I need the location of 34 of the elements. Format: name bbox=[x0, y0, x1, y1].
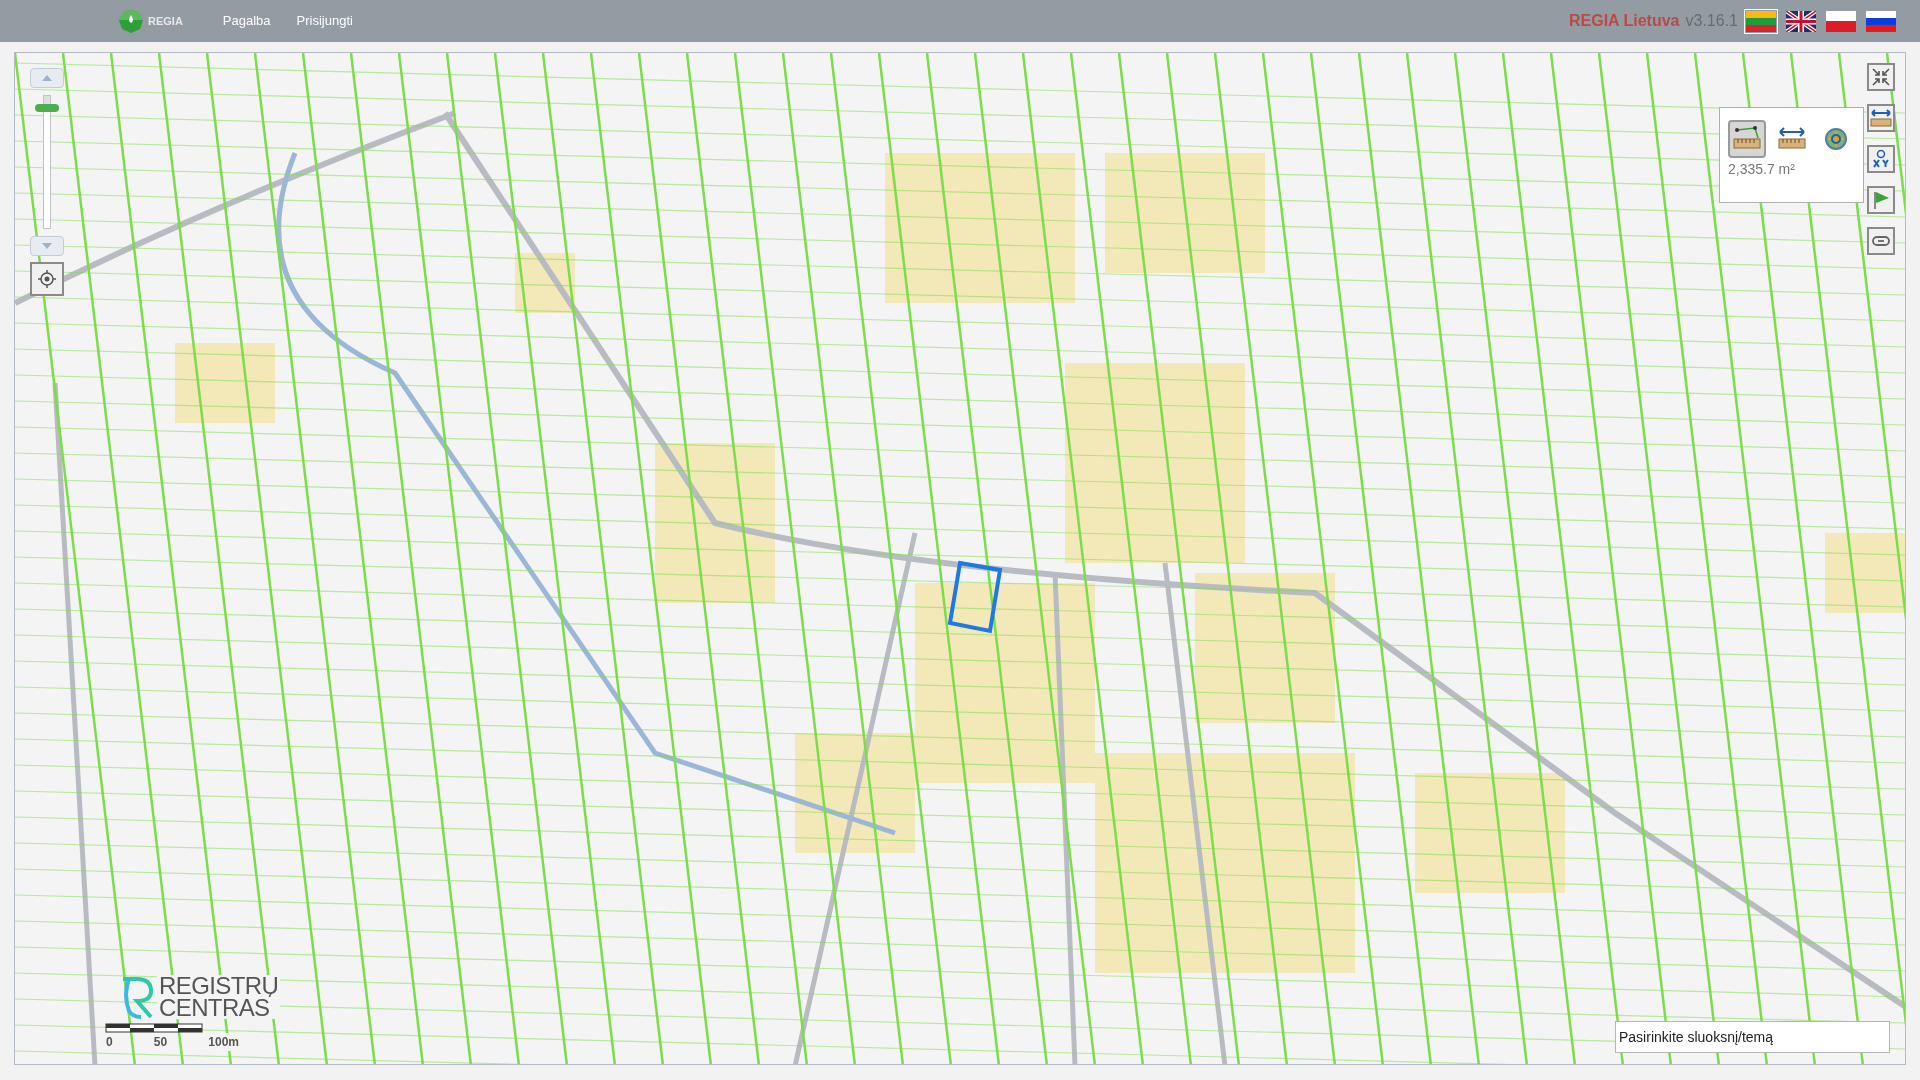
polish-flag-icon[interactable] bbox=[1824, 8, 1858, 34]
lithuanian-flag-icon[interactable] bbox=[1744, 8, 1778, 34]
map-tool-button[interactable] bbox=[1867, 104, 1895, 132]
down-arrow-icon bbox=[42, 243, 52, 249]
xy-coordinates-icon bbox=[1871, 149, 1891, 169]
up-arrow-icon bbox=[42, 75, 52, 81]
distance-ruler-icon bbox=[1777, 126, 1806, 152]
locate-button[interactable] bbox=[30, 262, 64, 296]
nav-link[interactable]: Prisijungti bbox=[296, 11, 353, 31]
area-ruler-icon bbox=[1733, 126, 1761, 152]
scale-label: 100m bbox=[207, 1033, 240, 1051]
ruler-icon bbox=[1870, 108, 1892, 128]
version-label: v3.16.1 bbox=[1685, 11, 1738, 31]
provider-logo-text: REGISTRŲ bbox=[157, 975, 281, 997]
logo-icon bbox=[118, 8, 144, 34]
layer-select-field[interactable]: Pasirinkite sluoksnį/temą bbox=[1615, 1021, 1890, 1053]
collapse-icon bbox=[1871, 67, 1891, 87]
map-tool-button[interactable] bbox=[1867, 63, 1895, 91]
area-result: 2,335.7 m² bbox=[1728, 160, 1796, 179]
flag-icon bbox=[1871, 190, 1891, 210]
target-icon bbox=[38, 270, 56, 288]
globe-target-icon bbox=[1824, 127, 1848, 151]
nav-link[interactable]: Pagalba bbox=[222, 11, 271, 31]
logo-text[interactable]: REGIA bbox=[148, 12, 183, 30]
app-name: REGIA Lietuva bbox=[1568, 11, 1680, 31]
zoom-handle[interactable] bbox=[35, 104, 59, 113]
map-tool-button[interactable] bbox=[1867, 227, 1895, 255]
map-tool-button[interactable] bbox=[1867, 186, 1895, 214]
russian-flag-icon[interactable] bbox=[1864, 8, 1898, 34]
map-tool-button[interactable] bbox=[1867, 145, 1895, 173]
provider-logo-text: CENTRAS bbox=[157, 997, 281, 1019]
provider-logo-icon bbox=[121, 975, 155, 1019]
british-flag-icon[interactable] bbox=[1784, 8, 1818, 34]
measure-tool-button[interactable] bbox=[1728, 120, 1766, 158]
